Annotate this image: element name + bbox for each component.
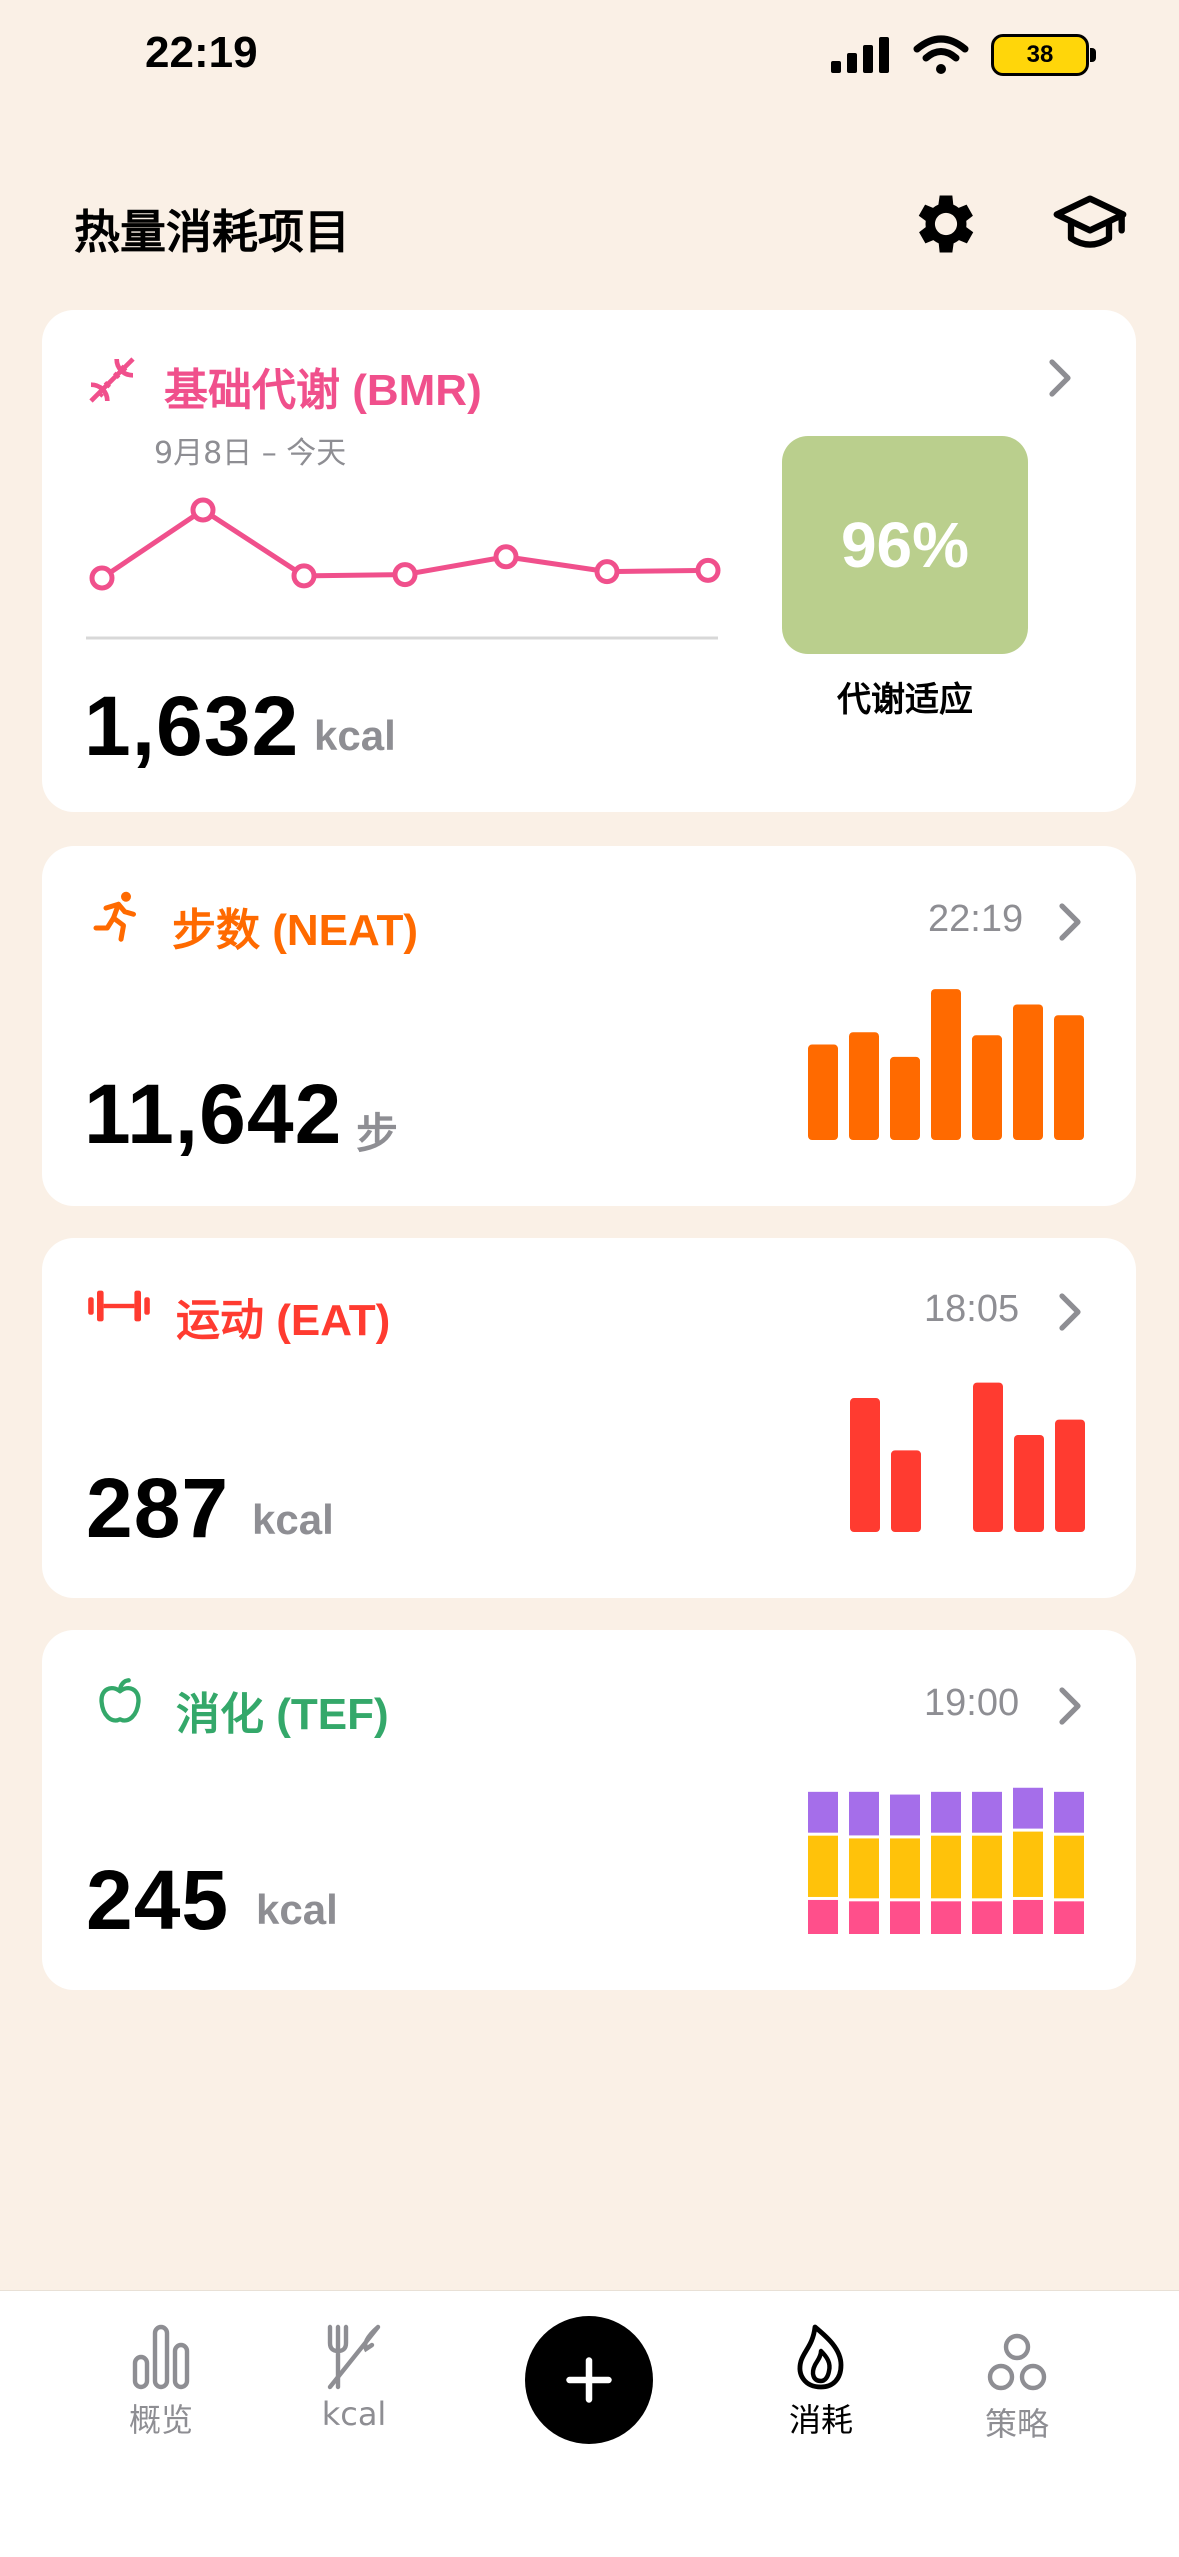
- stack-segment: [808, 1835, 838, 1897]
- stack-segment: [890, 1901, 920, 1934]
- bar: [931, 989, 961, 1140]
- bmr-date-range: 9月8日 – 今天: [154, 436, 347, 471]
- bmr-trend-point: [594, 559, 620, 585]
- eat-updated-time: 18:05: [924, 1288, 1020, 1330]
- battery-level: 38: [1026, 41, 1054, 68]
- stack-segment: [972, 1791, 1002, 1833]
- dna-icon: [89, 357, 135, 403]
- stack-segment: [849, 1838, 879, 1899]
- strategy-icon: [987, 2333, 1047, 2391]
- tab-label: 概览: [128, 2401, 193, 2439]
- tef-value: 245: [86, 1853, 230, 1947]
- flame-icon: [797, 2324, 844, 2390]
- stack-segment: [1054, 1791, 1084, 1833]
- cellular-signal-icon: [831, 37, 889, 73]
- stack-segment: [849, 1901, 879, 1934]
- bmr-unit: kcal: [314, 712, 396, 759]
- bmr-trend-point: [89, 565, 115, 591]
- tef-card[interactable]: 消化 (TEF) 19:00 245 kcal: [42, 1630, 1136, 1990]
- chevron-right-icon[interactable]: [1048, 358, 1072, 398]
- neat-unit: 步: [356, 1110, 399, 1157]
- tab-bar: 概览 kcal 消耗 策略: [0, 2290, 1179, 2557]
- tab-strategy[interactable]: 策略: [942, 2331, 1092, 2445]
- bar: [1013, 1004, 1043, 1140]
- bar: [891, 1450, 921, 1532]
- neat-title: 步数 (NEAT): [172, 906, 419, 955]
- add-button[interactable]: [525, 2316, 653, 2444]
- tef-unit: kcal: [256, 1886, 338, 1933]
- stack-segment: [808, 1899, 838, 1934]
- apple-icon: [99, 1678, 141, 1723]
- neat-bar-chart: [808, 989, 1084, 1140]
- eat-bar-chart: [850, 1382, 1085, 1532]
- bar: [1055, 1419, 1085, 1532]
- tab-label: 策略: [984, 2405, 1049, 2443]
- stack-segment: [1054, 1901, 1084, 1934]
- bar: [972, 1035, 1002, 1140]
- adaptation-value: 96%: [840, 509, 970, 581]
- bar: [808, 1044, 838, 1140]
- stack-segment: [849, 1791, 879, 1836]
- page-title: 热量消耗项目: [74, 205, 350, 259]
- bmr-card[interactable]: 基础代谢 (BMR) 9月8日 – 今天 1,632 kcal 96% 代谢适应: [42, 310, 1136, 812]
- tab-expenditure[interactable]: 消耗: [746, 2321, 896, 2441]
- stack-segment: [931, 1835, 961, 1899]
- wifi-icon: [913, 35, 969, 74]
- status-icons: 38: [831, 34, 1096, 76]
- neat-value: 11,642: [84, 1067, 343, 1161]
- tab-label: kcal: [321, 2395, 387, 2433]
- bmr-trend-point: [695, 557, 721, 583]
- stack-segment: [808, 1791, 838, 1833]
- eat-unit: kcal: [252, 1496, 334, 1543]
- running-icon: [93, 891, 136, 942]
- tef-stacked-bar-chart: [808, 1787, 1084, 1934]
- bar-chart-icon: [132, 2324, 190, 2390]
- bmr-title: 基础代谢 (BMR): [164, 366, 482, 415]
- bmr-value: 1,632: [84, 679, 300, 773]
- stack-segment: [1013, 1787, 1043, 1829]
- bar: [973, 1382, 1003, 1532]
- bmr-trend-point: [291, 563, 317, 589]
- stack-segment: [1013, 1831, 1043, 1897]
- stack-segment: [890, 1794, 920, 1836]
- tef-updated-time: 19:00: [924, 1682, 1020, 1724]
- plus-icon: [566, 2357, 612, 2403]
- bar: [890, 1056, 920, 1140]
- bmr-trend-chart: [86, 497, 721, 640]
- stack-segment: [1054, 1835, 1084, 1899]
- stack-segment: [890, 1838, 920, 1899]
- stack-segment: [972, 1901, 1002, 1934]
- tab-overview[interactable]: 概览: [86, 2321, 236, 2441]
- bmr-trend-point: [392, 562, 418, 588]
- adaptation-label: 代谢适应: [837, 680, 973, 720]
- bar: [1054, 1015, 1084, 1140]
- tab-label: 消耗: [788, 2401, 853, 2439]
- graduation-cap-icon[interactable]: [1052, 186, 1128, 262]
- neat-updated-time: 22:19: [928, 898, 1024, 940]
- bar: [850, 1398, 880, 1532]
- tef-title: 消化 (TEF): [176, 1690, 389, 1739]
- eat-title: 运动 (EAT): [176, 1296, 391, 1345]
- eat-card[interactable]: 运动 (EAT) 18:05 287 kcal: [42, 1238, 1136, 1598]
- eat-value: 287: [86, 1461, 230, 1555]
- stack-segment: [972, 1835, 1002, 1899]
- dumbbell-icon: [88, 1290, 150, 1322]
- metabolic-adaptation-badge[interactable]: 96%: [782, 436, 1028, 654]
- bmr-trend-point: [493, 544, 519, 570]
- fork-knife-icon: [327, 2324, 381, 2390]
- bmr-trend-point: [190, 497, 216, 523]
- bar: [1014, 1434, 1044, 1532]
- tab-kcal[interactable]: kcal: [279, 2321, 429, 2433]
- stack-segment: [931, 1791, 961, 1833]
- neat-card[interactable]: 步数 (NEAT) 22:19 11,642 步: [42, 846, 1136, 1206]
- stack-segment: [1013, 1899, 1043, 1934]
- gear-icon[interactable]: [908, 186, 984, 262]
- stack-segment: [931, 1901, 961, 1934]
- battery-indicator: 38: [991, 34, 1096, 76]
- chevron-right-icon[interactable]: [1058, 1686, 1082, 1726]
- bar: [849, 1032, 879, 1140]
- status-time: 22:19: [145, 28, 258, 77]
- chevron-right-icon[interactable]: [1058, 1292, 1082, 1332]
- chevron-right-icon[interactable]: [1058, 902, 1082, 942]
